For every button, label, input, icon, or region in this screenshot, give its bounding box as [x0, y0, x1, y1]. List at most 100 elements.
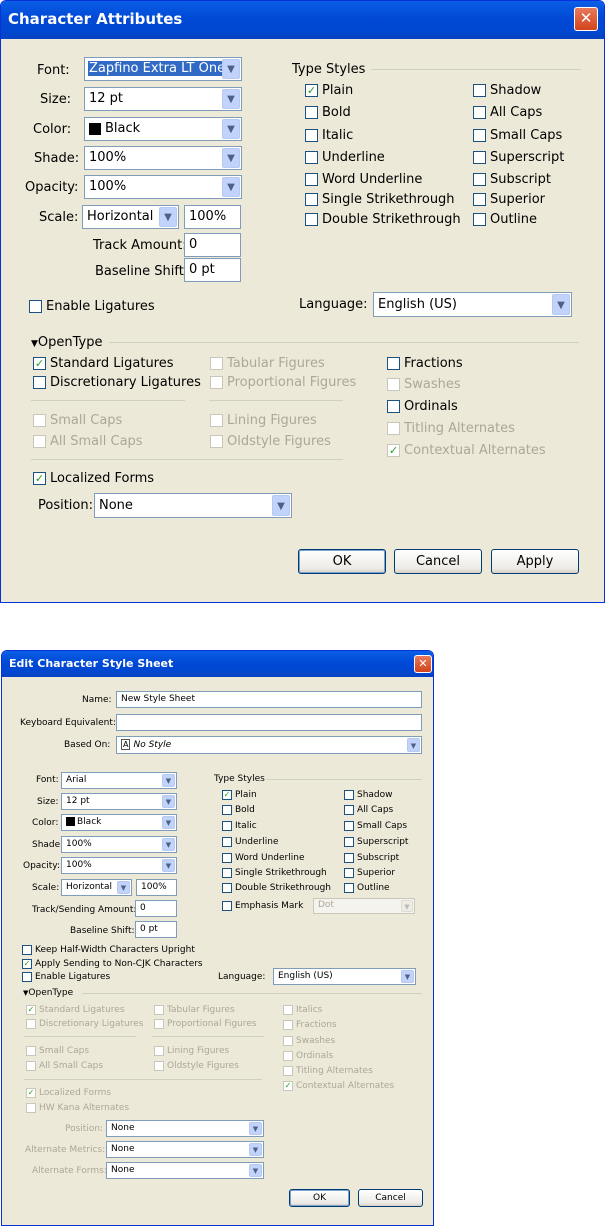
- outline-checkbox[interactable]: Outline: [473, 212, 537, 227]
- track-sending-field[interactable]: 0: [135, 900, 177, 917]
- emphasis-mark-checkbox[interactable]: Emphasis Mark: [222, 901, 303, 911]
- bold-checkbox[interactable]: Bold: [222, 805, 255, 815]
- word-underline-checkbox[interactable]: Word Underline: [305, 172, 422, 187]
- title-bar[interactable]: Edit Character Style Sheet ✕: [2, 651, 433, 677]
- italic-checkbox[interactable]: Italic: [305, 128, 353, 143]
- shade-select[interactable]: 100% ▼: [61, 836, 177, 853]
- double-strikethrough-checkbox[interactable]: Double Strikethrough: [305, 212, 461, 227]
- scale-mode-select[interactable]: Horizontal ▼: [82, 205, 179, 229]
- subscript-checkbox[interactable]: Subscript: [344, 853, 399, 863]
- ok-button[interactable]: OK: [289, 1189, 350, 1207]
- superscript-checkbox[interactable]: Superscript: [473, 150, 564, 165]
- double-strikethrough-checkbox[interactable]: Double Strikethrough: [222, 883, 331, 893]
- superior-checkbox[interactable]: Superior: [473, 192, 545, 207]
- chevron-down-icon[interactable]: ▼: [249, 1122, 262, 1135]
- chevron-down-icon[interactable]: ▼: [401, 970, 414, 983]
- tabular-figures-label: Tabular Figures: [167, 1005, 235, 1015]
- enable-ligatures-checkbox[interactable]: Enable Ligatures: [29, 299, 155, 314]
- checkbox-box: [210, 414, 223, 427]
- color-select[interactable]: Black ▼: [61, 814, 177, 831]
- checkbox-box: [22, 972, 32, 982]
- alternate-forms-select[interactable]: None ▼: [106, 1162, 264, 1179]
- bold-checkbox[interactable]: Bold: [305, 105, 351, 120]
- opentype-toggle[interactable]: ▼OpenType: [23, 988, 73, 998]
- keyboard-equivalent-field[interactable]: [116, 714, 422, 731]
- apply-button[interactable]: Apply: [491, 549, 579, 574]
- underline-checkbox[interactable]: Underline: [305, 150, 385, 165]
- plain-checkbox[interactable]: ✓ Plain: [305, 83, 353, 98]
- standard-ligatures-checkbox[interactable]: ✓ Standard Ligatures: [33, 356, 174, 371]
- outline-checkbox[interactable]: Outline: [344, 883, 390, 893]
- chevron-down-icon[interactable]: ▼: [222, 59, 240, 79]
- alternate-metrics-select[interactable]: None ▼: [106, 1141, 264, 1158]
- chevron-down-icon[interactable]: ▼: [222, 148, 240, 168]
- small-caps-checkbox[interactable]: Small Caps: [473, 128, 562, 143]
- chevron-down-icon[interactable]: ▼: [159, 207, 177, 227]
- single-strikethrough-checkbox[interactable]: Single Strikethrough: [305, 192, 455, 207]
- close-button[interactable]: ✕: [574, 7, 598, 31]
- language-select[interactable]: English (US) ▼: [273, 968, 416, 985]
- chevron-down-icon[interactable]: ▼: [162, 795, 175, 808]
- chevron-down-icon[interactable]: ▼: [552, 294, 570, 315]
- close-button[interactable]: ✕: [414, 655, 432, 673]
- word-underline-checkbox[interactable]: Word Underline: [222, 853, 304, 863]
- shadow-checkbox[interactable]: Shadow: [473, 83, 541, 98]
- size-select[interactable]: 12 pt ▼: [84, 87, 242, 111]
- baseline-shift-field[interactable]: 0 pt: [184, 258, 241, 282]
- localized-forms-checkbox[interactable]: ✓ Localized Forms: [33, 471, 154, 486]
- opacity-select[interactable]: 100% ▼: [61, 857, 177, 874]
- contextual-alternates-checkbox: ✓ Contextual Alternates: [283, 1081, 394, 1091]
- chevron-down-icon[interactable]: ▼: [407, 738, 420, 752]
- chevron-down-icon[interactable]: ▼: [249, 1143, 262, 1156]
- chevron-down-icon[interactable]: ▼: [249, 1164, 262, 1177]
- chevron-down-icon[interactable]: ▼: [162, 859, 175, 872]
- superscript-checkbox[interactable]: Superscript: [344, 837, 408, 847]
- discretionary-ligatures-checkbox[interactable]: Discretionary Ligatures: [33, 375, 201, 390]
- color-select[interactable]: Black ▼: [84, 117, 242, 141]
- all-caps-checkbox[interactable]: All Caps: [344, 805, 393, 815]
- underline-checkbox[interactable]: Underline: [222, 837, 278, 847]
- scale-value-field[interactable]: 100%: [184, 205, 241, 229]
- fractions-checkbox[interactable]: Fractions: [387, 356, 463, 371]
- ok-button[interactable]: OK: [298, 549, 386, 574]
- chevron-down-icon[interactable]: ▼: [162, 838, 175, 851]
- scale-mode-select[interactable]: Horizontal ▼: [61, 879, 132, 896]
- track-amount-field[interactable]: 0: [184, 233, 241, 257]
- superior-checkbox[interactable]: Superior: [344, 868, 395, 878]
- small-caps-checkbox[interactable]: Small Caps: [344, 821, 407, 831]
- position-select[interactable]: None ▼: [94, 493, 292, 518]
- chevron-down-icon[interactable]: ▼: [222, 89, 240, 109]
- chevron-down-icon[interactable]: ▼: [162, 774, 175, 787]
- language-select[interactable]: English (US) ▼: [373, 292, 572, 317]
- title-bar[interactable]: Character Attributes ✕: [1, 1, 604, 39]
- opacity-select[interactable]: 100% ▼: [84, 175, 242, 199]
- subscript-checkbox[interactable]: Subscript: [473, 172, 551, 187]
- chevron-down-icon[interactable]: ▼: [117, 881, 130, 894]
- lining-figures-label: Lining Figures: [167, 1046, 230, 1056]
- single-strikethrough-checkbox[interactable]: Single Strikethrough: [222, 868, 327, 878]
- chevron-down-icon[interactable]: ▼: [162, 816, 175, 829]
- baseline-shift-field[interactable]: 0 pt: [135, 921, 177, 938]
- font-select[interactable]: Zapfino Extra LT One ▼: [84, 57, 242, 81]
- apply-sending-checkbox[interactable]: ✓ Apply Sending to Non-CJK Characters: [22, 959, 203, 969]
- based-on-select[interactable]: A No Style ▼: [116, 736, 422, 754]
- size-select[interactable]: 12 pt ▼: [61, 793, 177, 810]
- shade-select[interactable]: 100% ▼: [84, 146, 242, 170]
- all-caps-checkbox[interactable]: All Caps: [473, 105, 542, 120]
- opentype-toggle[interactable]: ▼OpenType: [31, 335, 103, 350]
- chevron-down-icon[interactable]: ▼: [222, 119, 240, 139]
- keep-half-width-checkbox[interactable]: Keep Half-Width Characters Upright: [22, 945, 195, 955]
- cancel-button[interactable]: Cancel: [394, 549, 482, 574]
- name-field[interactable]: New Style Sheet: [116, 691, 422, 708]
- chevron-down-icon[interactable]: ▼: [222, 177, 240, 197]
- shadow-checkbox[interactable]: Shadow: [344, 790, 393, 800]
- plain-checkbox[interactable]: ✓ Plain: [222, 790, 257, 800]
- enable-ligatures-checkbox[interactable]: Enable Ligatures: [22, 972, 110, 982]
- scale-value-field[interactable]: 100%: [136, 879, 177, 896]
- cancel-button[interactable]: Cancel: [358, 1189, 423, 1207]
- ordinals-checkbox[interactable]: Ordinals: [387, 399, 458, 414]
- chevron-down-icon[interactable]: ▼: [272, 495, 290, 516]
- position-select[interactable]: None ▼: [106, 1120, 264, 1137]
- font-select[interactable]: Arial ▼: [61, 772, 177, 789]
- italic-checkbox[interactable]: Italic: [222, 821, 257, 831]
